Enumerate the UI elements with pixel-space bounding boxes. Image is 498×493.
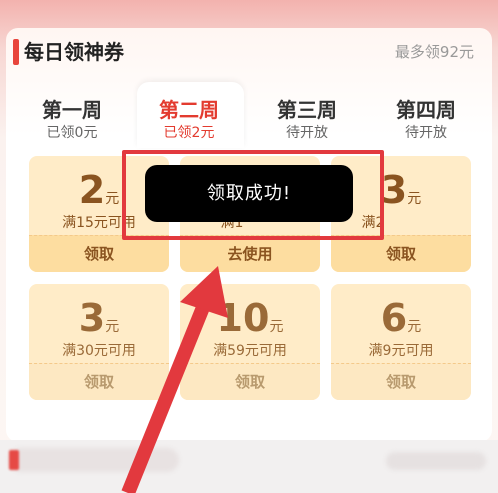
claim-button[interactable]: 领取: [29, 235, 169, 272]
coupon-amount: 3元: [78, 296, 120, 340]
coupon-amount: 6元: [380, 296, 422, 340]
blurred-link: [386, 452, 486, 470]
coupon-amount: 10元: [216, 296, 284, 340]
coupon-condition: 满30元可用: [62, 343, 136, 359]
week-label: 第一周: [42, 98, 102, 122]
tab-week-1[interactable]: 第一周 已领0元: [14, 97, 130, 143]
coupon-card-5: 10元 满59元可用 领取: [180, 284, 320, 400]
max-amount-text: 最多领92元: [394, 43, 474, 61]
week-label: 第四周: [396, 98, 456, 122]
claim-button[interactable]: 领取: [29, 363, 169, 400]
success-toast: 领取成功!: [145, 165, 353, 222]
claim-button[interactable]: 领取: [331, 235, 471, 272]
blurred-title: [9, 448, 179, 472]
coupon-card-4: 3元 满30元可用 领取: [29, 284, 169, 400]
coupon-card-6: 6元 满9元可用 领取: [331, 284, 471, 400]
title-accent-bar: [13, 39, 19, 65]
tab-week-4[interactable]: 第四周 待开放: [368, 97, 484, 143]
claim-button[interactable]: 领取: [180, 363, 320, 400]
week-label: 第二周: [159, 98, 219, 122]
use-button[interactable]: 去使用: [180, 235, 320, 272]
claim-button[interactable]: 领取: [331, 363, 471, 400]
coupon-condition: 满9元可用: [368, 343, 434, 359]
week-status: 待开放: [405, 125, 447, 141]
blurred-accent: [9, 450, 19, 470]
week-status: 已领2元: [163, 125, 215, 141]
tab-week-2[interactable]: 第二周 已领2元: [131, 97, 247, 143]
week-status: 已领0元: [46, 125, 98, 141]
coupon-condition: 满59元可用: [213, 343, 287, 359]
week-label: 第三周: [277, 98, 337, 122]
week-status: 待开放: [286, 125, 328, 141]
section-title: 每日领神券: [24, 40, 124, 64]
tab-week-3[interactable]: 第三周 待开放: [249, 97, 365, 143]
